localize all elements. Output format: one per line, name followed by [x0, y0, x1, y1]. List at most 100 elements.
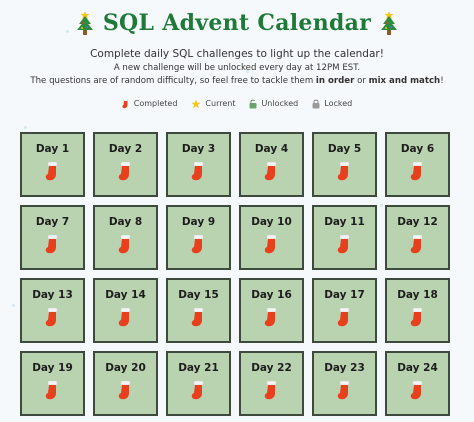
intro-line-3-prefix: The questions are of random difficulty, … [30, 75, 316, 86]
day-label: Day 10 [251, 216, 292, 228]
day-card-2[interactable]: Day 2 [93, 132, 158, 197]
stocking-icon [45, 381, 57, 400]
legend-unlocked: Unlocked [249, 99, 298, 109]
day-label: Day 4 [254, 143, 289, 155]
christmas-tree-icon [76, 11, 93, 35]
stocking-icon [191, 308, 203, 327]
star-icon [191, 99, 202, 108]
day-card-14[interactable]: Day 14 [93, 278, 158, 343]
legend: Completed Current Unlocked Locked [0, 98, 474, 110]
day-label: Day 14 [105, 289, 146, 301]
day-label: Day 16 [251, 289, 292, 301]
intro-line-2: A new challenge will be unlocked every d… [113, 63, 361, 74]
stocking-icon [118, 235, 130, 254]
page-title: SQL Advent Calendar [102, 10, 372, 36]
day-label: Day 3 [181, 143, 216, 155]
stocking-icon [264, 308, 276, 327]
day-label: Day 20 [105, 362, 146, 374]
day-card-9[interactable]: Day 9 [166, 205, 231, 270]
day-label: Day 11 [324, 216, 365, 228]
stocking-icon [410, 162, 422, 181]
day-label: Day 19 [32, 362, 73, 374]
christmas-tree-icon [381, 11, 398, 35]
day-label: Day 6 [400, 143, 435, 155]
lock-icon [312, 99, 320, 109]
snow-dot [246, 70, 249, 73]
legend-locked: Locked [312, 99, 352, 109]
day-card-11[interactable]: Day 11 [312, 205, 377, 270]
day-label: Day 7 [35, 216, 70, 228]
day-card-20[interactable]: Day 20 [93, 351, 158, 416]
stocking-icon [122, 98, 128, 108]
stocking-icon [45, 308, 57, 327]
day-card-13[interactable]: Day 13 [20, 278, 85, 343]
legend-locked-label: Locked [324, 99, 353, 109]
day-label: Day 1 [35, 143, 70, 155]
snow-dot [12, 304, 15, 307]
legend-current: Current [191, 99, 235, 109]
intro-bold-in-order: in order [315, 75, 355, 86]
stocking-icon [337, 381, 349, 400]
stocking-icon [337, 162, 349, 181]
stocking-icon [45, 162, 57, 181]
day-label: Day 24 [397, 362, 438, 374]
intro-line-1: Complete daily SQL challenges to light u… [90, 48, 384, 60]
day-label: Day 2 [108, 143, 143, 155]
stocking-icon [118, 381, 130, 400]
stocking-icon [410, 308, 422, 327]
day-label: Day 17 [324, 289, 365, 301]
day-card-15[interactable]: Day 15 [166, 278, 231, 343]
stocking-icon [410, 381, 422, 400]
day-card-16[interactable]: Day 16 [239, 278, 304, 343]
stocking-icon [337, 235, 349, 254]
stocking-icon [45, 235, 57, 254]
stocking-icon [264, 235, 276, 254]
day-label: Day 22 [251, 362, 292, 374]
day-label: Day 12 [397, 216, 438, 228]
legend-completed-label: Completed [133, 99, 178, 109]
legend-completed: Completed [122, 98, 178, 109]
snow-dot [66, 30, 69, 33]
legend-current-label: Current [205, 99, 236, 109]
day-card-19[interactable]: Day 19 [20, 351, 85, 416]
day-card-24[interactable]: Day 24 [385, 351, 450, 416]
day-label: Day 21 [178, 362, 219, 374]
day-card-12[interactable]: Day 12 [385, 205, 450, 270]
day-card-3[interactable]: Day 3 [166, 132, 231, 197]
stocking-icon [191, 381, 203, 400]
intro-bold-mix-and-match: mix and match [368, 75, 441, 86]
stocking-icon [264, 162, 276, 181]
calendar-grid: Day 1 Day 2 Day 3 Day 4 Day 5 Day 6 Day … [20, 132, 450, 416]
day-card-7[interactable]: Day 7 [20, 205, 85, 270]
stocking-icon [410, 235, 422, 254]
stocking-icon [337, 308, 349, 327]
stocking-icon [118, 308, 130, 327]
day-label: Day 18 [397, 289, 438, 301]
legend-unlocked-label: Unlocked [261, 99, 299, 109]
day-card-10[interactable]: Day 10 [239, 205, 304, 270]
intro-line-3-mid: or [354, 75, 369, 86]
day-label: Day 8 [108, 216, 143, 228]
day-card-5[interactable]: Day 5 [312, 132, 377, 197]
intro-text: Complete daily SQL challenges to light u… [0, 48, 474, 87]
snow-dot [24, 126, 27, 129]
day-card-1[interactable]: Day 1 [20, 132, 85, 197]
stocking-icon [118, 162, 130, 181]
day-card-4[interactable]: Day 4 [239, 132, 304, 197]
day-card-21[interactable]: Day 21 [166, 351, 231, 416]
day-card-23[interactable]: Day 23 [312, 351, 377, 416]
unlocked-lock-icon [249, 99, 257, 109]
day-label: Day 13 [32, 289, 73, 301]
intro-line-3-suffix: ! [440, 75, 444, 86]
stocking-icon [191, 235, 203, 254]
day-card-8[interactable]: Day 8 [93, 205, 158, 270]
day-label: Day 9 [181, 216, 216, 228]
day-card-6[interactable]: Day 6 [385, 132, 450, 197]
day-label: Day 5 [327, 143, 362, 155]
day-label: Day 15 [178, 289, 219, 301]
day-card-17[interactable]: Day 17 [312, 278, 377, 343]
intro-line-3: The questions are of random difficulty, … [0, 76, 474, 87]
day-card-18[interactable]: Day 18 [385, 278, 450, 343]
day-card-22[interactable]: Day 22 [239, 351, 304, 416]
page-header: SQL Advent Calendar [0, 8, 474, 38]
